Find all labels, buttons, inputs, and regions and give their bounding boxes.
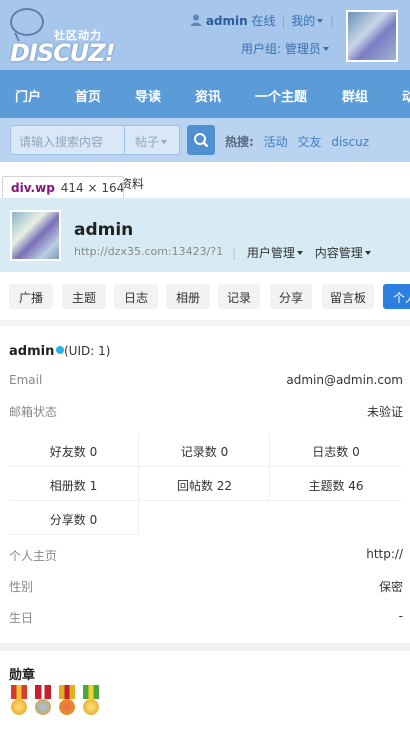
search-button[interactable] bbox=[187, 125, 215, 155]
info-uid: (UID: 1) bbox=[64, 344, 111, 358]
search-icon bbox=[194, 133, 209, 148]
main-nav: 门户 首页 导读 资讯 一个主题 群组 动 bbox=[0, 70, 410, 118]
user-group-label: 用户组: 管理员 bbox=[241, 42, 321, 56]
stats-grid: 好友数 0 记录数 0 日志数 0 相册数 1 回帖数 22 主题数 46 分享… bbox=[9, 433, 401, 535]
hot-search-link[interactable]: 交友 bbox=[297, 135, 321, 149]
profile-url[interactable]: http://dzx35.com:13423/?1 bbox=[74, 245, 223, 258]
hot-search: 热搜: 活动 交友 discuz bbox=[225, 133, 369, 150]
info-row-key: 个人主页 bbox=[9, 549, 58, 563]
tab-broadcast[interactable]: 广播 bbox=[9, 284, 53, 309]
user-manage-label: 用户管理 bbox=[246, 246, 295, 260]
search-input[interactable]: 请输入搜索内容 帖子 bbox=[10, 125, 180, 155]
profile-header: admin http://dzx35.com:13423/?1 | 用户管理 内… bbox=[0, 198, 410, 272]
online-status: 在线 bbox=[251, 14, 276, 28]
nav-item[interactable]: 门户 bbox=[15, 86, 41, 105]
content-manage-label: 内容管理 bbox=[314, 246, 363, 260]
header-username[interactable]: admin bbox=[206, 14, 248, 28]
content-manage-menu[interactable]: 内容管理 bbox=[315, 246, 371, 260]
tab-profile[interactable]: 个人 bbox=[383, 284, 410, 309]
stat-albums[interactable]: 相册数 1 bbox=[9, 467, 139, 501]
my-menu[interactable]: 我的 bbox=[291, 14, 324, 28]
tab-album[interactable]: 相册 bbox=[166, 284, 210, 309]
section-divider bbox=[0, 643, 410, 651]
search-type-label: 帖子 bbox=[135, 135, 160, 149]
chevron-down-icon bbox=[296, 251, 303, 255]
medal-icon[interactable] bbox=[57, 685, 77, 719]
search-placeholder: 请输入搜索内容 bbox=[19, 135, 104, 149]
info-row-key: 性别 bbox=[9, 580, 34, 594]
chevron-down-icon bbox=[322, 47, 329, 51]
profile-name: admin bbox=[74, 220, 134, 240]
info-username: admin bbox=[9, 344, 65, 359]
user-group-menu[interactable]: 用户组: 管理员 bbox=[241, 40, 329, 57]
nav-item[interactable]: 一个主题 bbox=[255, 86, 307, 105]
medals-section: 勋章 bbox=[0, 651, 410, 730]
stat-friends[interactable]: 好友数 0 bbox=[9, 433, 139, 467]
medals-title: 勋章 bbox=[9, 668, 36, 683]
medal-icon[interactable] bbox=[81, 685, 101, 719]
search-type-select[interactable]: 帖子 bbox=[124, 126, 180, 154]
user-bar: admin 在线 | 我的 | bbox=[190, 12, 334, 29]
tooltip-element: div.wp bbox=[11, 181, 55, 195]
chevron-down-icon bbox=[317, 19, 324, 23]
logo-en-text: DISCUZ! bbox=[10, 39, 116, 67]
tab-guestbook[interactable]: 留言板 bbox=[322, 284, 374, 309]
stat-threads[interactable]: 主题数 46 bbox=[271, 467, 401, 501]
info-row-value: - bbox=[398, 609, 403, 623]
logo-bubble-icon bbox=[10, 8, 44, 36]
user-icon bbox=[190, 14, 202, 26]
tab-records[interactable]: 记录 bbox=[218, 284, 260, 309]
medal-icon[interactable] bbox=[33, 685, 53, 719]
tab-threads[interactable]: 主题 bbox=[62, 284, 106, 309]
info-row-homepage: 个人主页 http:// bbox=[9, 547, 403, 567]
info-row-gender: 性别 保密 bbox=[9, 578, 403, 598]
nav-item[interactable]: 动 bbox=[402, 86, 410, 105]
nav-item[interactable]: 导读 bbox=[135, 86, 161, 105]
search-bar: 请输入搜索内容 帖子 热搜: 活动 交友 discuz bbox=[0, 118, 410, 162]
info-row-email: Email admin@admin.com bbox=[9, 373, 403, 393]
info-username-text: admin bbox=[9, 344, 55, 359]
stat-shares[interactable]: 分享数 0 bbox=[9, 501, 139, 535]
tab-blog[interactable]: 日志 bbox=[114, 284, 158, 309]
nav-item[interactable]: 资讯 bbox=[195, 86, 221, 105]
header-avatar[interactable] bbox=[346, 10, 398, 62]
stat-records[interactable]: 记录数 0 bbox=[140, 433, 270, 467]
my-menu-label: 我的 bbox=[291, 14, 316, 28]
site-logo[interactable]: 社区动力 DISCUZ! bbox=[8, 8, 118, 67]
profile-tabs: 广播 主题 日志 相册 记录 分享 留言板 个人 bbox=[0, 272, 410, 320]
info-row-birthday: 生日 - bbox=[9, 609, 403, 629]
profile-avatar[interactable] bbox=[10, 210, 61, 261]
info-row-key: 邮箱状态 bbox=[9, 405, 58, 419]
info-row-value: http:// bbox=[366, 547, 403, 561]
info-row-value: 未验证 bbox=[366, 405, 403, 419]
profile-menu: | 用户管理 内容管理 bbox=[232, 244, 371, 261]
chevron-down-icon bbox=[364, 251, 371, 255]
nav-item[interactable]: 首页 bbox=[75, 86, 101, 105]
tooltip-size: 414 × 164 bbox=[60, 181, 125, 195]
inspector-tooltip: div.wp 414 × 164 bbox=[2, 176, 124, 200]
stat-blogs[interactable]: 日志数 0 bbox=[271, 433, 401, 467]
chevron-down-icon bbox=[161, 140, 168, 144]
info-row-value: 保密 bbox=[378, 580, 403, 594]
user-manage-menu[interactable]: 用户管理 bbox=[247, 246, 303, 260]
medal-icon[interactable] bbox=[9, 685, 29, 719]
info-row-key: 生日 bbox=[9, 611, 34, 625]
hot-search-link[interactable]: discuz bbox=[331, 135, 369, 149]
site-header: 社区动力 DISCUZ! admin 在线 | 我的 | 用户组: 管理员 bbox=[0, 0, 410, 70]
hot-search-link[interactable]: 活动 bbox=[264, 135, 288, 149]
stat-replies[interactable]: 回帖数 22 bbox=[140, 467, 270, 501]
nav-item[interactable]: 群组 bbox=[342, 86, 368, 105]
info-row-value: admin@admin.com bbox=[286, 373, 403, 387]
tab-share[interactable]: 分享 bbox=[270, 284, 312, 309]
info-row-email-status: 邮箱状态 未验证 bbox=[9, 403, 403, 423]
info-row-key: Email bbox=[9, 373, 43, 387]
profile-info: admin (UID: 1) Email admin@admin.com 邮箱状… bbox=[0, 326, 410, 643]
hot-search-label: 热搜: bbox=[225, 135, 254, 149]
